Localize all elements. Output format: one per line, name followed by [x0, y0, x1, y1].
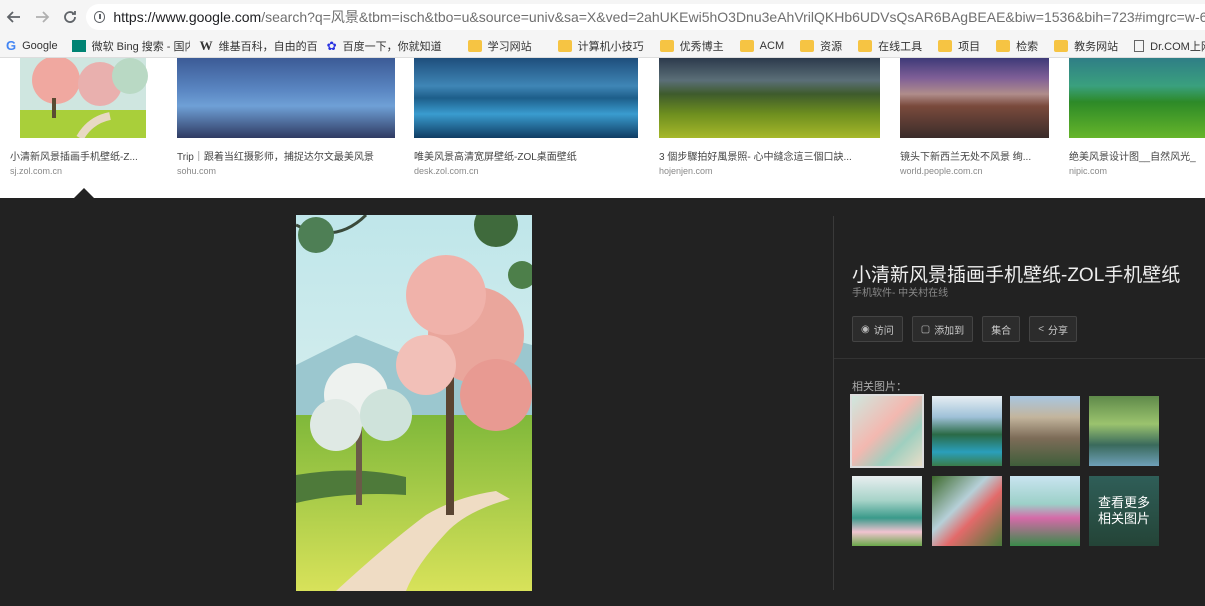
related-image[interactable] [932, 476, 1002, 546]
bookmark-icon: ▢ [920, 323, 931, 335]
bookmark-folder-bloggers[interactable]: 优秀博主 [659, 38, 724, 54]
share-icon: < [1038, 323, 1045, 335]
result-thumbnail[interactable] [659, 58, 880, 138]
main-preview-image[interactable] [296, 215, 532, 591]
bookmark-folder-tools[interactable]: 在线工具 [858, 38, 922, 54]
folder-icon [1054, 39, 1069, 52]
result-domain: sohu.com [177, 166, 217, 176]
bookmark-folder-projects[interactable]: 项目 [938, 38, 980, 54]
result-caption[interactable]: 唯美风景高清宽屏壁纸-ZOL桌面壁纸 [414, 148, 638, 163]
google-icon: G [6, 38, 17, 53]
result-item[interactable]: 3 個步驟拍好風景照- 心中縫念這三個口訣... hojenjen.com [659, 58, 880, 176]
action-buttons: ◉ 访问 ▢ 添加到 集合 < 分享 [852, 316, 1086, 342]
result-domain: world.people.com.cn [900, 166, 983, 176]
baidu-icon: ✿ [326, 38, 337, 53]
add-to-button[interactable]: ▢ 添加到 [911, 316, 974, 342]
bookmark-drcom[interactable]: Dr.COM上网登录窗 [1134, 38, 1205, 54]
related-image[interactable] [850, 394, 924, 468]
bookmark-folder-resources[interactable]: 资源 [800, 38, 842, 54]
forward-arrow-icon[interactable] [28, 3, 56, 31]
selection-pointer [74, 188, 94, 198]
result-caption[interactable]: Trip｜跟着当红摄影师，捕捉达尔文最美风景 [177, 148, 395, 163]
image-title[interactable]: 小清新风景插画手机壁纸-ZOL手机壁纸 [852, 260, 1180, 287]
bookmark-bing[interactable]: 微软 Bing 搜索 - 国内 [71, 38, 190, 54]
result-thumbnail[interactable] [177, 58, 395, 138]
result-domain: hojenjen.com [659, 166, 713, 176]
info-icon[interactable] [94, 11, 106, 23]
collections-button[interactable]: 集合 [982, 316, 1021, 342]
result-caption[interactable]: 小清新风景插画手机壁纸-Z... [10, 148, 156, 163]
result-domain: desk.zol.com.cn [414, 166, 479, 176]
related-image[interactable] [1010, 396, 1080, 466]
bookmark-folder-acm[interactable]: ACM [739, 39, 784, 52]
result-domain: sj.zol.com.cn [10, 166, 63, 176]
result-item[interactable]: 小清新风景插画手机壁纸-Z... sj.zol.com.cn [10, 56, 156, 176]
image-viewer-panel: 小清新风景插画手机壁纸-ZOL手机壁纸 手机软件- 中关村在线 ◉ 访问 ▢ 添加到… [0, 198, 1205, 606]
browser-toolbar: https://www.google.com/search?q=风景&tbm=i… [0, 0, 1205, 34]
visit-button[interactable]: ◉ 访问 [852, 316, 903, 342]
bookmark-wikipedia[interactable]: W维基百科，自由的百科 [200, 38, 317, 54]
result-thumbnail[interactable] [900, 58, 1049, 138]
folder-icon [467, 39, 482, 52]
back-arrow-icon[interactable] [0, 3, 28, 31]
result-item[interactable]: Trip｜跟着当红摄影师，捕捉达尔文最美风景 sohu.com [177, 58, 395, 176]
share-button[interactable]: < 分享 [1029, 316, 1078, 342]
panel-divider [833, 216, 834, 590]
related-image[interactable] [852, 476, 922, 546]
related-images-label: 相关图片： [852, 381, 907, 393]
bookmark-folder-tips[interactable]: 计算机小技巧 [557, 38, 644, 54]
result-caption[interactable]: 3 個步驟拍好風景照- 心中縫念這三個口訣... [659, 148, 880, 163]
folder-icon [557, 39, 572, 52]
section-divider [834, 358, 1205, 359]
result-thumbnail[interactable] [10, 56, 156, 141]
result-item[interactable]: 唯美风景高清宽屏壁纸-ZOL桌面壁纸 desk.zol.com.cn [414, 58, 638, 176]
bing-icon [71, 39, 86, 52]
url-text: https://www.google.com/search?q=风景&tbm=i… [113, 9, 1205, 25]
result-domain: nipic.com [1069, 166, 1108, 176]
bookmark-google[interactable]: G Google [6, 38, 58, 53]
address-bar[interactable]: https://www.google.com/search?q=风景&tbm=i… [86, 4, 1205, 30]
more-related-images-button[interactable]: 查看更多相关图片 [1089, 476, 1159, 546]
results-strip: 小清新风景插画手机壁纸-Z... sj.zol.com.cn Trip｜跟着当红… [0, 56, 1205, 198]
related-image[interactable] [1089, 396, 1159, 466]
result-caption[interactable]: 绝美风景设计图__自然风光_ [1069, 148, 1205, 163]
folder-icon [858, 39, 873, 52]
related-image[interactable] [932, 396, 1002, 466]
bookmark-folder-academic[interactable]: 教务网站 [1054, 38, 1118, 54]
bookmark-baidu[interactable]: ✿ 百度一下，你就知道 [327, 38, 442, 54]
folder-icon [996, 39, 1011, 52]
result-thumbnail[interactable] [1069, 58, 1205, 138]
folder-icon [800, 39, 815, 52]
result-caption[interactable]: 镜头下新西兰无处不风景 绚... [900, 148, 1049, 163]
bookmarks-bar: GGoogle 微软 Bing 搜索 - 国内 W维基百科，自由的百科 ✿百度一… [0, 34, 1205, 58]
folder-icon [659, 39, 674, 52]
page-icon [1134, 39, 1145, 52]
folder-icon [938, 39, 953, 52]
result-item[interactable]: 绝美风景设计图__自然风光_ nipic.com [1069, 58, 1205, 176]
wikipedia-icon: W [199, 37, 213, 53]
bookmark-folder-study[interactable]: 学习网站 [467, 38, 532, 54]
image-source: 手机软件- 中关村在线 [852, 288, 949, 299]
bookmark-folder-search[interactable]: 检索 [996, 38, 1038, 54]
reload-icon[interactable] [56, 3, 84, 31]
result-thumbnail[interactable] [414, 58, 638, 138]
related-image[interactable] [1010, 476, 1080, 546]
folder-icon [739, 39, 754, 52]
result-item[interactable]: 镜头下新西兰无处不风景 绚... world.people.com.cn [900, 58, 1049, 176]
globe-icon: ◉ [861, 323, 870, 335]
